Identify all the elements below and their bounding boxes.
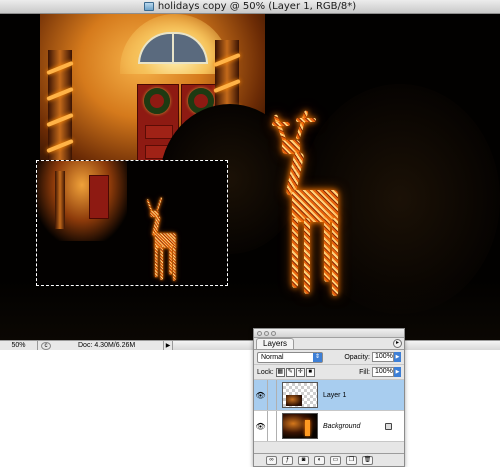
zoom-icon[interactable] xyxy=(271,330,276,336)
opacity-input[interactable]: 100% xyxy=(372,352,394,362)
layer-link-cell[interactable] xyxy=(268,411,277,441)
visibility-eye-icon[interactable]: 👁 xyxy=(254,411,268,441)
house-copy xyxy=(37,161,127,241)
opacity-slider-arrow-icon[interactable]: ▶ xyxy=(394,352,401,362)
link-icon[interactable]: ∞ xyxy=(266,455,277,465)
door-panel xyxy=(145,125,173,139)
layer-lock-icon xyxy=(385,422,392,430)
close-icon[interactable] xyxy=(257,330,262,336)
adjustment-icon[interactable]: ◐ xyxy=(314,455,325,465)
fill-label: Fill: xyxy=(359,368,370,376)
layers-palette: Layers ▸ Normal ⇕ Opacity: 100% ▶ Lock: … xyxy=(253,328,405,467)
zoom-field[interactable]: 50% xyxy=(0,341,38,350)
lawn xyxy=(0,280,500,340)
pillar-copy xyxy=(55,171,65,229)
door-copy xyxy=(89,175,109,219)
thumbnail-content xyxy=(305,420,310,436)
layers-list: 👁 Layer 1 👁 Background xyxy=(254,380,404,442)
status-bar: 50% c Doc: 4.30M/6.26M ▶ xyxy=(0,340,500,350)
window-title: holidays copy @ 50% (Layer 1, RGB/8*) xyxy=(157,1,357,12)
layer-name[interactable]: Layer 1 xyxy=(323,392,346,399)
fill-input[interactable]: 100% xyxy=(372,367,394,377)
document-window: holidays copy @ 50% (Layer 1, RGB/8*) 50… xyxy=(0,0,500,350)
lock-label: Lock: xyxy=(257,368,274,376)
document-proxy-icon[interactable] xyxy=(143,2,154,11)
layer-row-background[interactable]: 👁 Background xyxy=(254,411,404,442)
palette-tabs: Layers ▸ xyxy=(254,338,404,350)
lock-row: Lock: ▦ ✎ ✛ ■ Fill: 100% ▶ xyxy=(254,365,404,380)
opacity-label: Opacity: xyxy=(344,353,370,361)
layer-thumbnail xyxy=(282,382,318,408)
window-titlebar[interactable]: holidays copy @ 50% (Layer 1, RGB/8*) xyxy=(0,0,500,14)
document-size: Doc: 4.30M/6.26M xyxy=(54,341,164,350)
visibility-eye-icon[interactable]: 👁 xyxy=(254,380,268,410)
layer-style-icon[interactable]: ƒ xyxy=(282,455,293,465)
lock-all-icon[interactable]: ■ xyxy=(305,367,315,377)
palette-footer: ∞ ƒ ◙ ◐ ▭ ❐ 🗑 xyxy=(254,453,404,466)
blend-mode-select[interactable]: Normal ⇕ xyxy=(257,351,323,363)
status-menu-arrow-icon[interactable]: ▶ xyxy=(164,342,172,349)
group-icon[interactable]: ▭ xyxy=(330,455,341,465)
blend-row: Normal ⇕ Opacity: 100% ▶ xyxy=(254,350,404,365)
fill-slider-arrow-icon[interactable]: ▶ xyxy=(394,367,401,377)
lock-position-icon[interactable]: ✛ xyxy=(295,367,305,377)
minimize-icon[interactable] xyxy=(264,330,269,336)
tab-layers[interactable]: Layers xyxy=(256,338,295,349)
proof-icon[interactable]: c xyxy=(41,341,51,350)
layer-name[interactable]: Background xyxy=(323,423,360,430)
trash-icon[interactable]: 🗑 xyxy=(362,455,373,465)
layer-thumbnail xyxy=(282,413,318,439)
thumbnail-content xyxy=(286,395,302,406)
layer-link-cell[interactable] xyxy=(268,380,277,410)
lock-transparency-icon[interactable]: ▦ xyxy=(275,367,285,377)
mask-icon[interactable]: ◙ xyxy=(298,455,309,465)
blend-mode-value: Normal xyxy=(261,353,284,361)
layer-row-layer-1[interactable]: 👁 Layer 1 xyxy=(254,380,404,411)
marquee-selection[interactable] xyxy=(36,160,228,286)
palette-menu-icon[interactable]: ▸ xyxy=(393,339,402,348)
image-canvas[interactable] xyxy=(0,14,500,340)
new-layer-icon[interactable]: ❐ xyxy=(346,455,357,465)
fan-window-mullion xyxy=(172,32,174,64)
dropdown-arrow-icon: ⇕ xyxy=(313,352,322,362)
left-wreath xyxy=(144,88,170,114)
palette-titlebar[interactable] xyxy=(254,329,404,338)
lock-image-icon[interactable]: ✎ xyxy=(285,367,295,377)
